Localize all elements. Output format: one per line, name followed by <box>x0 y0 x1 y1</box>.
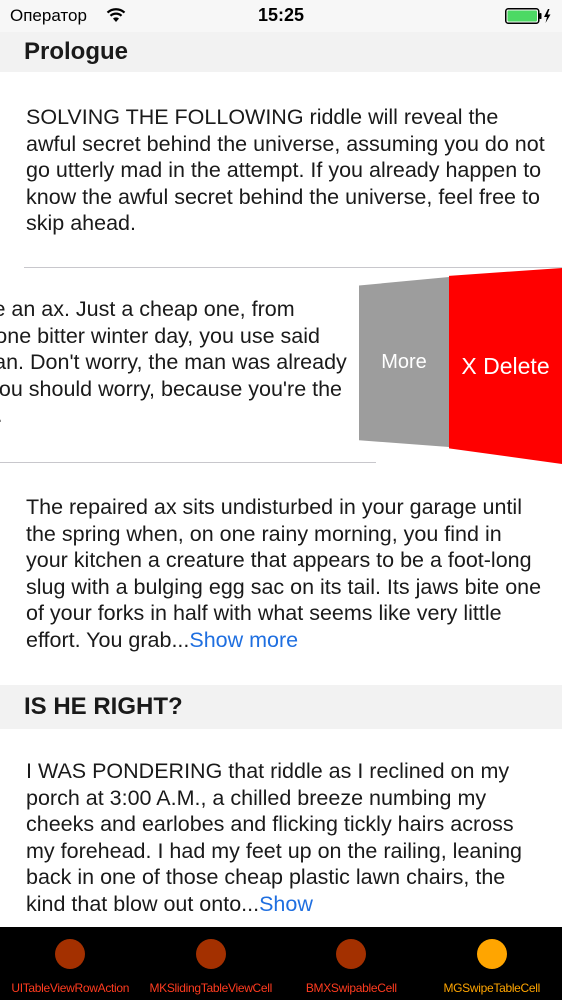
list-item[interactable]: I WAS PONDERING that riddle as I recline… <box>26 758 546 918</box>
section-header-prologue: Prologue <box>0 32 562 72</box>
cell-text: Let's say you have an ax. Just a cheap o… <box>0 297 347 427</box>
tab-uitableviewrowaction[interactable]: UITableViewRowAction <box>0 927 141 1000</box>
section-title: Prologue <box>24 38 129 65</box>
delete-action-button[interactable]: X Delete <box>449 268 562 464</box>
tab-dot-icon <box>476 939 507 969</box>
tab-label: UITableViewRowAction <box>11 981 130 995</box>
list-item-swiped[interactable]: Let's say you have an ax. Just a cheap o… <box>0 296 348 436</box>
cell-text: SOLVING THE FOLLOWING riddle will reveal… <box>26 105 545 236</box>
tab-dot-icon <box>195 939 226 969</box>
cell-separator <box>24 267 562 268</box>
status-bar: Оператор 15:25 <box>0 0 562 32</box>
list-item[interactable]: SOLVING THE FOLLOWING riddle will reveal… <box>26 104 546 237</box>
status-time: 15:25 <box>257 5 305 25</box>
tab-bar: UITableViewRowAction MKSlidingTableViewC… <box>0 927 562 1000</box>
section-title: IS HE RIGHT? <box>24 693 183 720</box>
show-more-link[interactable]: Show <box>259 892 313 916</box>
tab-label: MGSwipeTableCell <box>443 981 541 995</box>
tab-mgswipetablecell[interactable]: MGSwipeTableCell <box>422 927 562 1000</box>
show-more-link[interactable]: Show more <box>189 628 298 652</box>
tab-mkslidingtableviewcell[interactable]: MKSlidingTableViewCell <box>141 927 282 1000</box>
tab-dot-icon <box>55 939 85 969</box>
more-action-label: More <box>381 350 427 373</box>
battery-charging-icon <box>505 8 551 24</box>
section-header-is-he-right: IS HE RIGHT? <box>0 685 562 729</box>
more-action-button[interactable]: More <box>359 277 449 447</box>
list-item[interactable]: The repaired ax sits undisturbed in your… <box>26 494 546 654</box>
tab-dot-icon <box>336 939 366 969</box>
tab-label: BMXSwipableCell <box>305 981 397 995</box>
cell-separator <box>0 462 376 463</box>
delete-action-label: X Delete <box>461 352 550 379</box>
tab-label: MKSlidingTableViewCell <box>149 981 273 995</box>
tab-bmxswipablecell[interactable]: BMXSwipableCell <box>281 927 422 1000</box>
